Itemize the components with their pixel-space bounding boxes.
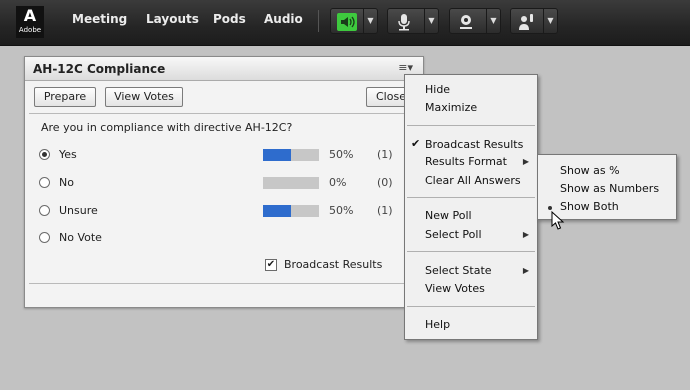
pod-title-bar: AH-12C Compliance ≡▾ (25, 57, 423, 81)
menu-item-maximize[interactable]: Maximize (425, 101, 477, 114)
adobe-logo: A Adobe (16, 6, 44, 38)
menu-item-hide[interactable]: Hide (425, 83, 450, 96)
speaker-icon (337, 13, 357, 31)
pod-options-menu-icon[interactable]: ≡▾ (398, 61, 413, 74)
selected-bullet-icon (548, 206, 552, 210)
menu-item-select-poll[interactable]: Select Poll (425, 228, 482, 241)
menu-pods[interactable]: Pods (213, 12, 246, 26)
answer-radio-no-vote[interactable] (39, 232, 50, 243)
menu-item-new-poll[interactable]: New Poll (425, 209, 472, 222)
submenu-arrow-icon: ▶ (522, 230, 529, 239)
answer-label: Yes (59, 148, 77, 161)
menu-item-help[interactable]: Help (425, 318, 450, 331)
menu-item-results-format[interactable]: Results Format (425, 155, 507, 168)
result-percent: 0% (329, 176, 347, 189)
answer-label: No (59, 176, 74, 189)
result-count: (0) (377, 176, 393, 189)
toolbar-divider (318, 10, 319, 32)
result-bar (263, 149, 319, 161)
menu-item-broadcast-results[interactable]: Broadcast Results (425, 138, 523, 151)
poll-answer-row: No 0% (0) (39, 175, 409, 191)
answer-label: No Vote (59, 231, 102, 244)
submenu-item-show-both[interactable]: Show Both (560, 200, 619, 213)
menu-item-view-votes[interactable]: View Votes (425, 282, 485, 295)
raise-hand-button[interactable]: ▼ (510, 8, 558, 34)
menu-separator (407, 197, 535, 198)
top-toolbar: A Adobe Meeting Layouts Pods Audio ▼ ▼ ▼ (0, 0, 690, 46)
poll-answer-row: Unsure 50% (1) (39, 203, 409, 219)
result-bar-fill (263, 149, 291, 161)
speaker-dropdown-chevron-icon[interactable]: ▼ (363, 9, 377, 33)
divider (29, 283, 419, 284)
result-bar (263, 205, 319, 217)
result-percent: 50% (329, 204, 354, 217)
answer-radio-unsure[interactable] (39, 205, 50, 216)
menu-item-clear-all-answers[interactable]: Clear All Answers (425, 174, 521, 187)
webcam-button[interactable]: ▼ (449, 8, 501, 34)
broadcast-results-checkbox[interactable]: ✔ (265, 259, 277, 271)
poll-question: Are you in compliance with directive AH-… (41, 121, 293, 134)
result-bar (263, 177, 319, 189)
submenu-arrow-icon: ▶ (522, 266, 529, 275)
poll-answer-row: No Vote (39, 230, 409, 246)
prepare-button[interactable]: Prepare (34, 87, 96, 107)
answer-label: Unsure (59, 204, 98, 217)
menu-item-select-state[interactable]: Select State (425, 264, 492, 277)
speaker-button[interactable]: ▼ (330, 8, 378, 34)
adobe-logo-word: Adobe (18, 26, 42, 34)
broadcast-results-label: Broadcast Results (284, 258, 383, 271)
submenu-item-show-numbers[interactable]: Show as Numbers (560, 182, 659, 195)
microphone-dropdown-chevron-icon[interactable]: ▼ (424, 9, 438, 33)
webcam-dropdown-chevron-icon[interactable]: ▼ (486, 9, 500, 33)
adobe-logo-mark: A (23, 6, 37, 25)
divider (29, 113, 419, 114)
result-count: (1) (377, 148, 393, 161)
answer-radio-yes[interactable] (39, 149, 50, 160)
poll-answer-row: Yes 50% (1) (39, 147, 409, 163)
webcam-icon (460, 15, 472, 29)
menu-separator (407, 306, 535, 307)
menu-layouts[interactable]: Layouts (146, 12, 199, 26)
raise-hand-dropdown-chevron-icon[interactable]: ▼ (543, 9, 557, 33)
submenu-arrow-icon: ▶ (522, 157, 529, 166)
mouse-pointer-icon (551, 211, 565, 230)
menu-separator (407, 251, 535, 252)
checkmark-icon: ✔ (411, 137, 421, 150)
menu-audio[interactable]: Audio (264, 12, 303, 26)
microphone-button[interactable]: ▼ (387, 8, 439, 34)
answer-radio-no[interactable] (39, 177, 50, 188)
result-bar-fill (263, 205, 291, 217)
raise-hand-icon (519, 14, 533, 30)
menu-separator (407, 125, 535, 126)
submenu-item-show-percent[interactable]: Show as % (560, 164, 620, 177)
result-percent: 50% (329, 148, 354, 161)
pod-options-menu: Hide Maximize ✔ Broadcast Results Result… (404, 74, 538, 340)
menu-meeting[interactable]: Meeting (72, 12, 127, 26)
view-votes-button[interactable]: View Votes (105, 87, 183, 107)
microphone-icon (398, 14, 410, 31)
result-count: (1) (377, 204, 393, 217)
pod-title: AH-12C Compliance (33, 62, 166, 76)
poll-pod: AH-12C Compliance ≡▾ Prepare View Votes … (24, 56, 424, 308)
